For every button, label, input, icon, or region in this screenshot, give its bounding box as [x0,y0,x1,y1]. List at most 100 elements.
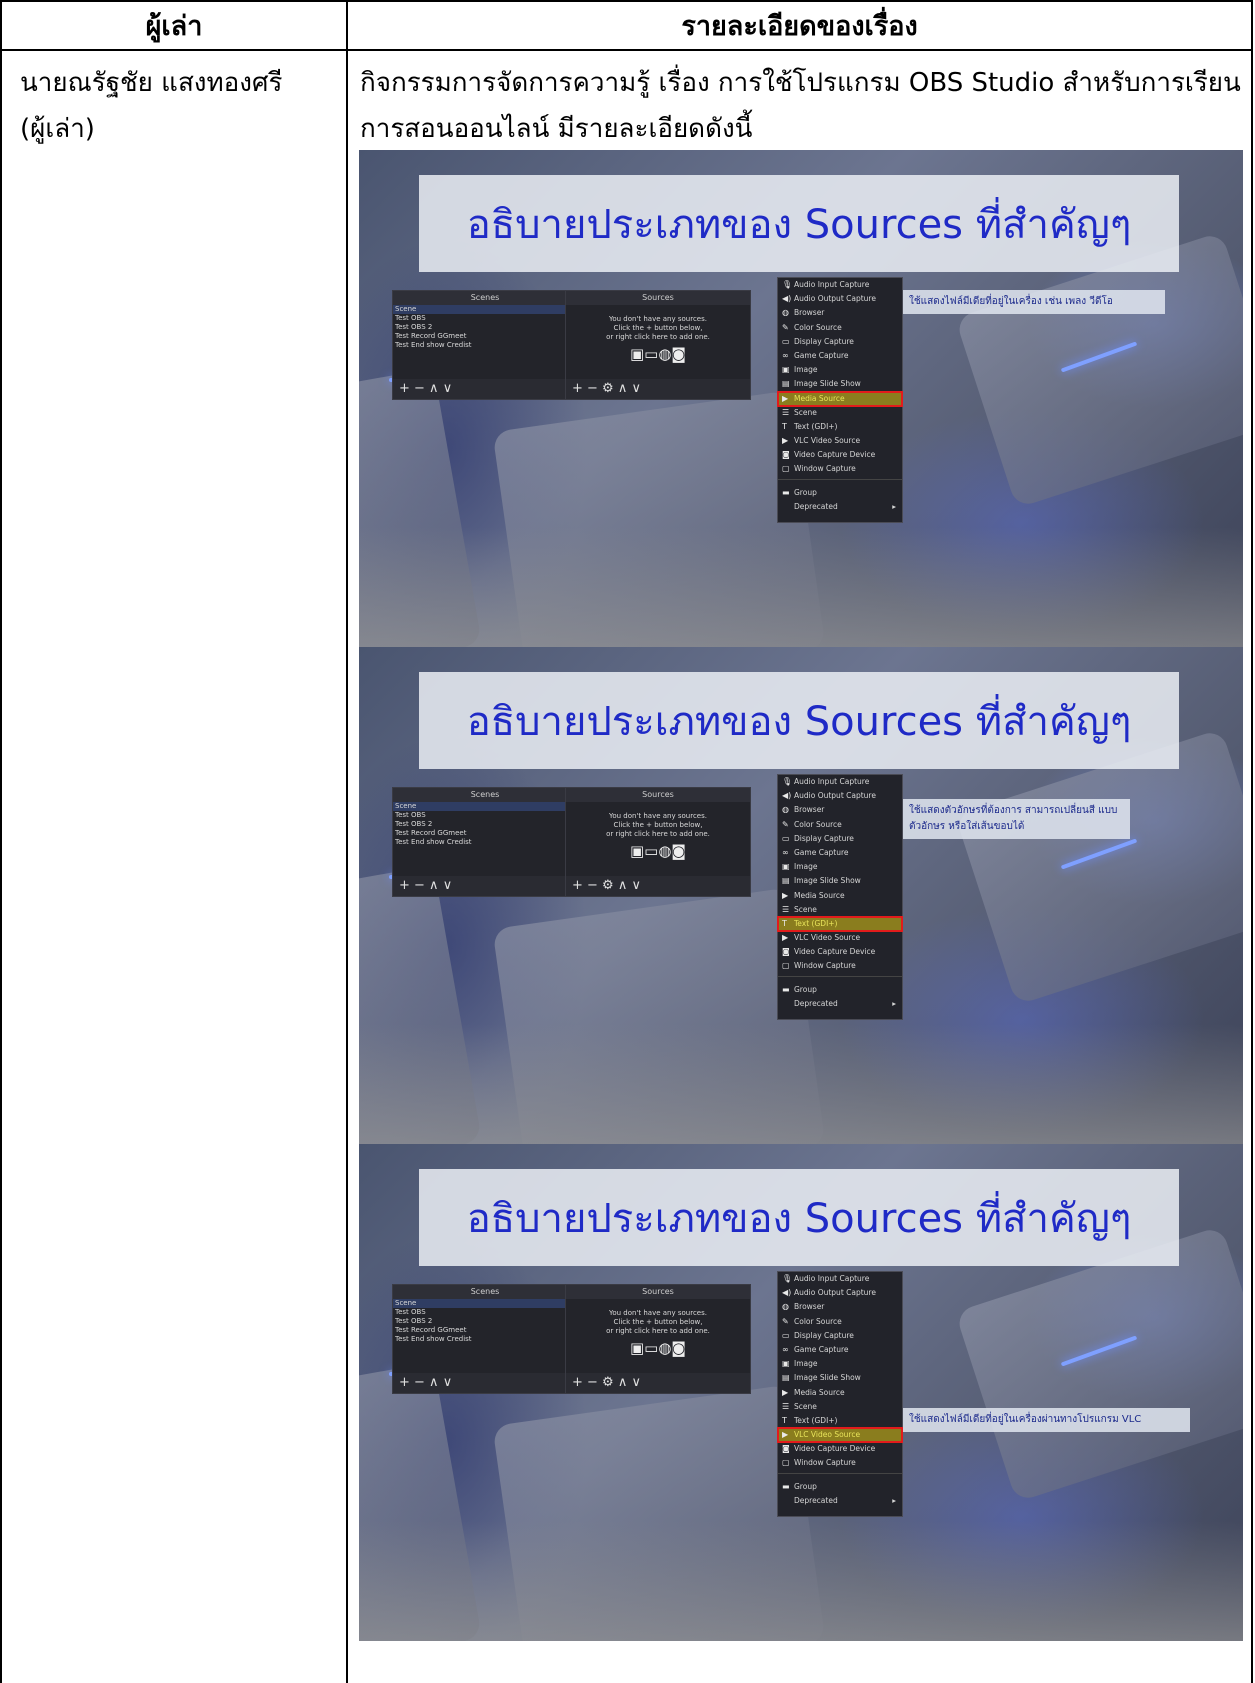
scene-list-item[interactable]: Scene [393,802,577,811]
menu-item[interactable]: 🎙 Audio Input Capture [778,775,902,789]
menu-item[interactable]: 🎙 Audio Input Capture [778,278,902,292]
scene-list-item[interactable]: Test OBS 2 [393,323,577,332]
menu-item[interactable]: ▤ Image Slide Show [778,1371,902,1385]
menu-item[interactable]: ▣ Image [778,860,902,874]
sources-footer-controls[interactable]: + − ⚙ ∧ ∨ [566,876,750,896]
menu-item-label: Video Capture Device [794,1444,876,1454]
scenes-header: Scenes [393,291,577,305]
menu-item[interactable]: ✎ Color Source [778,1315,902,1329]
menu-item[interactable]: ▢ Window Capture [778,959,902,973]
menu-item[interactable]: ◍ Browser [778,306,902,320]
scene-list-item[interactable]: Test OBS [393,811,577,820]
source-type-icons: ▣▭◍◙ [630,842,686,860]
menu-item[interactable]: ▶ Media Source [778,889,902,903]
menu-item[interactable]: ▶ Media Source [777,390,903,407]
scene-list-item[interactable]: Test OBS 2 [393,820,577,829]
sources-empty-message: You don't have any sources. Click the + … [566,812,750,839]
menu-item-label: Color Source [794,1316,842,1326]
menu-separator [778,975,902,983]
window-icon: ▢ [782,961,790,971]
menu-item[interactable]: ▣ Image [778,1357,902,1371]
scene-list-item[interactable]: Scene [393,305,577,314]
menu-item[interactable]: T Text (GDI+) [778,420,902,434]
empty-line: or right click here to add one. [606,1327,710,1335]
menu-item[interactable]: ◀) Audio Output Capture [778,292,902,306]
menu-item-label: Text (GDI+) [794,918,838,928]
menu-item[interactable]: ▤ Image Slide Show [778,377,902,391]
menu-item-label: Audio Input Capture [794,777,870,786]
menu-item[interactable]: 🎙 Audio Input Capture [778,1272,902,1286]
menu-item-label: Window Capture [794,1458,856,1468]
menu-item-label: Image [794,1359,818,1369]
menu-item[interactable]: ▣ Image [778,363,902,377]
scene-list-item[interactable]: Test Record GGmeet [393,1326,577,1335]
menu-item[interactable]: ◙ Video Capture Device [778,945,902,959]
menu-item[interactable]: ▭ Display Capture [778,832,902,846]
menu-item[interactable]: ☰ Scene [778,406,902,420]
play-icon: ▶ [782,1430,789,1440]
scene-list-item[interactable]: Scene [393,1299,577,1308]
menu-item[interactable]: ◀) Audio Output Capture [778,789,902,803]
text-icon: T [782,918,787,928]
menu-item[interactable]: ◙ Video Capture Device [778,1442,902,1456]
menu-item-group[interactable]: ▬ Group [778,486,902,500]
scene-list-item[interactable]: Test End show Credist [393,1335,577,1344]
scene-list-item[interactable]: Test End show Credist [393,838,577,847]
column-divider [346,2,348,1683]
camera-icon: ◙ [782,450,790,460]
menu-item[interactable]: ∞ Game Capture [778,1343,902,1357]
menu-item[interactable]: ▢ Window Capture [778,462,902,476]
scenes-footer-controls[interactable]: + − ∧ ∨ [393,876,577,896]
menu-item-deprecated[interactable]: Deprecated ▸ [778,500,902,514]
scenes-footer-controls[interactable]: + − ∧ ∨ [393,379,577,399]
brush-icon: ✎ [782,1316,789,1326]
menu-item[interactable]: ☰ Scene [778,903,902,917]
play-icon: ▶ [782,393,789,403]
scenes-footer-controls[interactable]: + − ∧ ∨ [393,1373,577,1393]
scene-list-item[interactable]: Test Record GGmeet [393,332,577,341]
scene-list-item[interactable]: Test End show Credist [393,341,577,350]
menu-item[interactable]: ▢ Window Capture [778,1456,902,1470]
menu-item[interactable]: ∞ Game Capture [778,349,902,363]
menu-item[interactable]: ▭ Display Capture [778,335,902,349]
play-icon: ▶ [782,436,789,446]
menu-item-group[interactable]: ▬ Group [778,983,902,997]
menu-item[interactable]: ☰ Scene [778,1400,902,1414]
menu-item[interactable]: ∞ Game Capture [778,846,902,860]
menu-item[interactable]: ▤ Image Slide Show [778,874,902,888]
menu-item-label: Media Source [794,393,845,403]
menu-item[interactable]: T Text (GDI+) [777,915,903,933]
scene-list-item[interactable]: Test OBS 2 [393,1317,577,1326]
menu-item[interactable]: ◙ Video Capture Device [778,448,902,462]
menu-item[interactable]: ▶ VLC Video Source [778,434,902,448]
menu-item-label: Image [794,365,818,375]
scene-list-item[interactable]: Test Record GGmeet [393,829,577,838]
menu-item[interactable]: ◍ Browser [778,803,902,817]
sources-footer-controls[interactable]: + − ⚙ ∧ ∨ [566,1373,750,1393]
menu-item[interactable]: ✎ Color Source [778,818,902,832]
add-source-menu: 🎙 Audio Input Capture ◀) Audio Output Capt… [777,277,903,523]
menu-item[interactable]: T Text (GDI+) [778,1414,902,1428]
slideshow-icon: ▤ [782,1373,790,1383]
gamepad-icon: ∞ [782,350,789,360]
menu-item[interactable]: ◀) Audio Output Capture [778,1286,902,1300]
menu-item[interactable]: ▶ Media Source [778,1386,902,1400]
menu-item[interactable]: ▭ Display Capture [778,1329,902,1343]
scene-list-item[interactable]: Test OBS [393,314,577,323]
list-icon: ☰ [782,904,790,914]
menu-item-label: Game Capture [794,1344,849,1354]
details-intro: กิจกรรมการจัดการความรู้ เรื่อง การใช้โปร… [360,60,1250,152]
menu-item[interactable]: ▶ VLC Video Source [777,1427,903,1444]
menu-item[interactable]: ✎ Color Source [778,321,902,335]
menu-item-deprecated[interactable]: Deprecated ▸ [778,997,902,1011]
menu-item-deprecated[interactable]: Deprecated ▸ [778,1494,902,1508]
menu-item-group[interactable]: ▬ Group [778,1480,902,1494]
menu-item[interactable]: ◍ Browser [778,1300,902,1314]
menu-item-label: Color Source [794,322,842,332]
scene-list-item[interactable]: Test OBS [393,1308,577,1317]
sources-footer-controls[interactable]: + − ⚙ ∧ ∨ [566,379,750,399]
add-source-menu: 🎙 Audio Input Capture ◀) Audio Output Capt… [777,774,903,1020]
menu-item-label: Window Capture [794,961,856,971]
menu-item[interactable]: ▶ VLC Video Source [778,931,902,945]
slide-fade [359,527,1243,647]
